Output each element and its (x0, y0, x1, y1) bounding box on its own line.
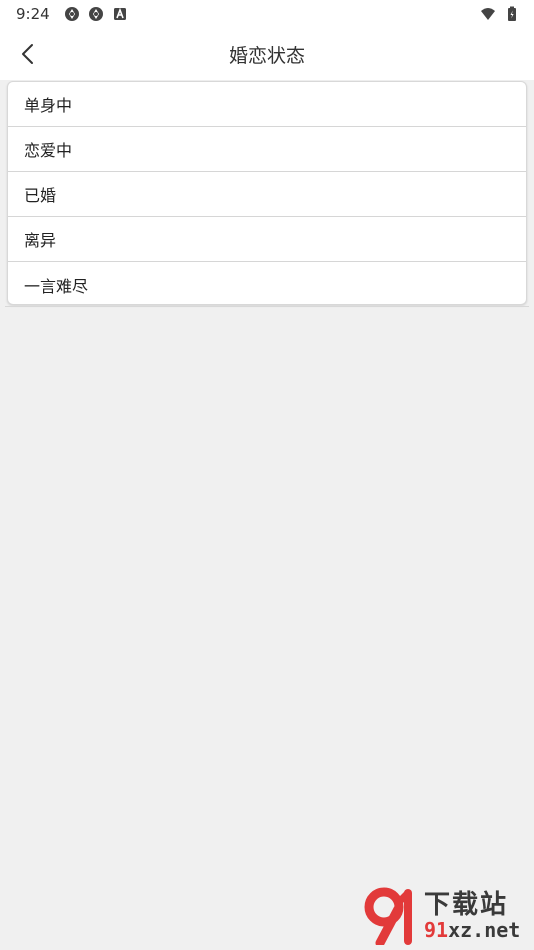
option-married[interactable]: 已婚 (8, 172, 526, 217)
a-badge-icon (113, 7, 126, 20)
page-title: 婚恋状态 (228, 44, 305, 67)
battery-icon (508, 6, 516, 21)
watermark-text: 下载站 91xz.net (424, 892, 520, 940)
option-single[interactable]: 单身中 (8, 82, 526, 127)
watermark-cn: 下载站 (424, 890, 509, 920)
aperture-icon (64, 7, 79, 21)
watermark-en-rest: xz.net (448, 918, 521, 942)
option-divorced[interactable]: 离异 (8, 217, 526, 262)
divider (5, 306, 529, 307)
watermark-logo-icon (364, 887, 412, 945)
status-system-icons (480, 6, 520, 22)
watermark-en: 91xz.net (424, 920, 520, 940)
marital-status-list: 单身中 恋爱中 已婚 离异 一言难尽 (7, 81, 527, 305)
app-header: 婚恋状态 (0, 28, 534, 80)
back-button[interactable] (14, 40, 42, 68)
status-bar: 9:24 (0, 0, 534, 28)
screen: 9:24 婚恋状态 单身中 恋爱中 已婚 离异 一言难尽 下载站 91xz.ne… (0, 0, 534, 950)
aperture-icon (88, 7, 103, 21)
option-complicated[interactable]: 一言难尽 (8, 262, 526, 304)
watermark-en-prefix: 91 (424, 918, 449, 942)
option-in-relationship[interactable]: 恋爱中 (8, 127, 526, 172)
status-notification-icons (64, 6, 128, 22)
wifi-icon (481, 8, 495, 20)
status-time: 9:24 (16, 5, 50, 23)
chevron-left-icon (22, 44, 33, 64)
watermark: 下载站 91xz.net (360, 886, 530, 946)
